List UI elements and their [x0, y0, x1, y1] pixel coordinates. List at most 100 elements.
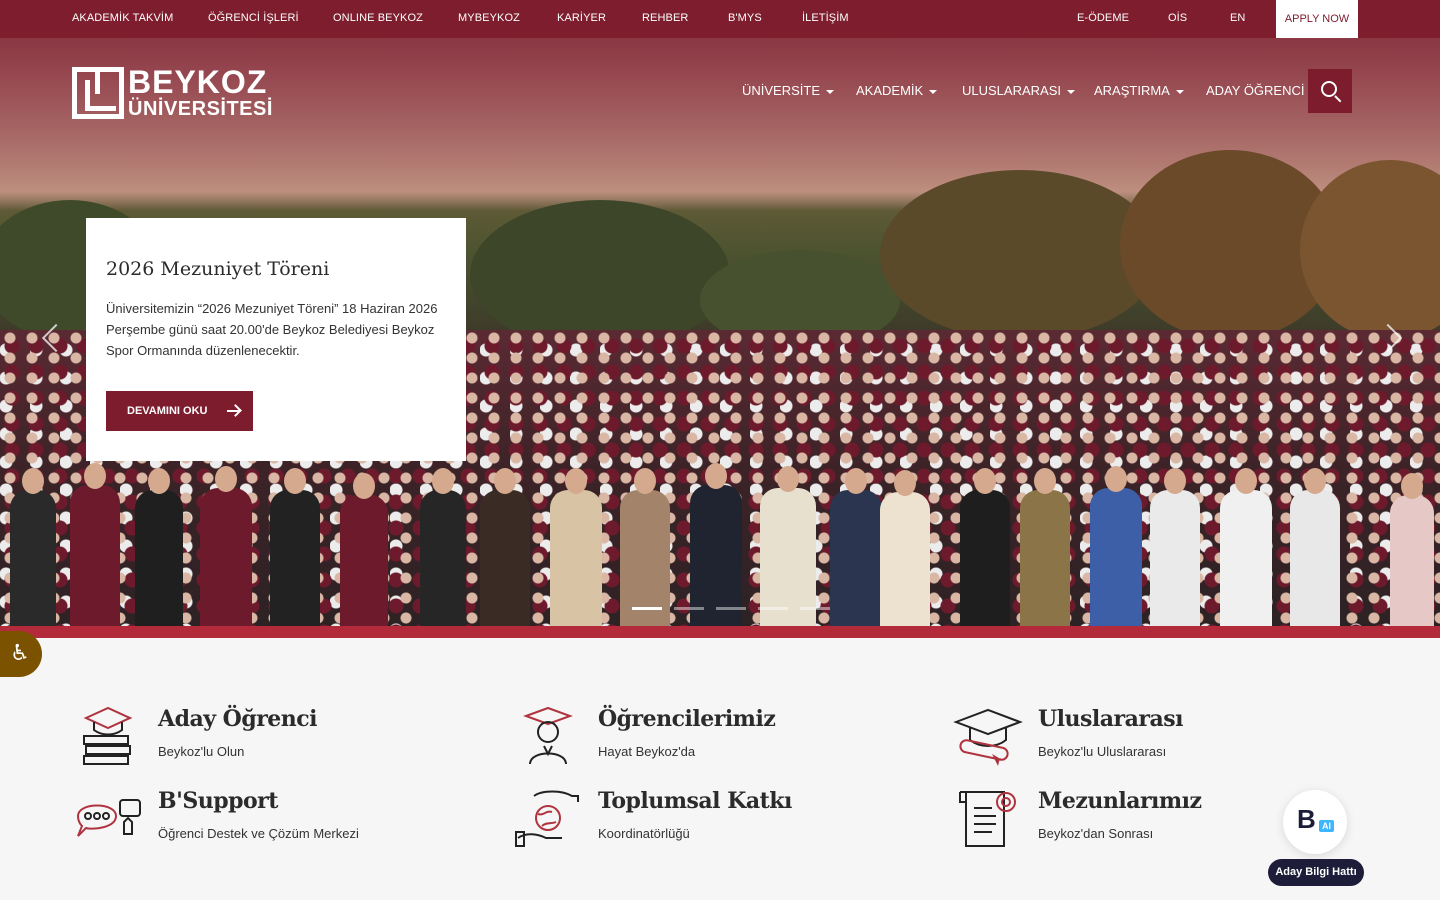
quick-link-subtitle: Öğrenci Destek ve Çözüm Merkezi [158, 826, 359, 841]
quick-link-subtitle: Beykoz'lu Uluslararası [1038, 744, 1167, 759]
nav-item-aday-ogrenci[interactable]: ADAY ÖĞRENCİ [1206, 83, 1304, 98]
quick-link-title: Uluslararası [1038, 706, 1183, 732]
certificate-icon [959, 791, 1016, 847]
university-logo[interactable]: BEYKOZ ÜNİVERSİTESİ [72, 66, 273, 119]
hero-photo-person [135, 468, 183, 638]
hero-photo-person [550, 468, 602, 638]
quick-link-subtitle: Beykoz'lu Olun [158, 744, 245, 759]
caret-down-icon [1066, 89, 1075, 94]
hero-photo-person [1290, 468, 1340, 638]
topbar-link-online-beykoz[interactable]: ONLINE BEYKOZ [333, 12, 423, 24]
hero-photo-person [960, 468, 1010, 638]
slider-dot-5[interactable] [800, 607, 830, 610]
quick-link-title: Aday Öğrenci [158, 706, 318, 732]
hero-photo-red-carpet [0, 626, 1440, 638]
hero-photo-tree [880, 170, 1160, 340]
caret-down-icon [826, 89, 835, 94]
hero-photo-person [1020, 468, 1070, 638]
topbar-link-ogrenci-isleri[interactable]: ÖĞRENCİ İŞLERİ [208, 12, 299, 24]
topbar-link-rehber[interactable]: REHBER [642, 12, 688, 24]
chatbot-button[interactable]: B AI [1283, 790, 1347, 854]
nav-item-label: ARAŞTIRMA [1094, 83, 1170, 98]
topbar-link-mybeykoz[interactable]: MYBEYKOZ [458, 12, 520, 24]
nav-item-label: ADAY ÖĞRENCİ [1206, 83, 1305, 98]
quick-link-subtitle: Koordinatörlüğü [598, 826, 690, 841]
student-icon [523, 706, 573, 765]
hero-photo-tree [1300, 160, 1440, 340]
nav-item-label: ÜNİVERSİTE [742, 83, 821, 98]
hero-photo-person [10, 468, 56, 638]
logo-line-2: ÜNİVERSİTESİ [128, 98, 273, 120]
quick-link-toplumsal-katki[interactable]: Toplumsal Katkı Koordinatörlüğü [512, 788, 912, 854]
quick-link-uluslararasi[interactable]: Uluslararası Beykoz'lu Uluslararası [952, 706, 1352, 772]
nav-item-label: ULUSLARARASI [962, 83, 1061, 98]
slider-next-arrow-icon[interactable] [1376, 322, 1408, 354]
hero-photo-person [620, 468, 670, 638]
topbar-link-akademik-takvim[interactable]: AKADEMİK TAKVİM [72, 12, 173, 24]
quick-link-subtitle: Beykoz'dan Sonrası [1038, 826, 1154, 841]
chatbot-ai-badge: AI [1319, 820, 1334, 832]
hero-photo-tree [470, 200, 730, 350]
top-utility-bar: AKADEMİK TAKVİM ÖĞRENCİ İŞLERİ ONLINE BE… [0, 0, 1440, 38]
topbar-link-ois[interactable]: OİS [1168, 12, 1187, 24]
graduation-books-icon [83, 706, 133, 765]
hero-news-text: Üniversitemizin “2026 Mezuniyet Töreni” … [106, 301, 438, 358]
hero-photo-person [1390, 473, 1434, 638]
search-button[interactable] [1308, 69, 1352, 113]
arrow-right-icon [227, 410, 240, 412]
hero-photo-person [880, 470, 930, 638]
topbar-link-e-odeme[interactable]: E-ÖDEME [1077, 12, 1129, 24]
quick-link-title: Mezunlarımız [1038, 788, 1202, 814]
quick-link-ogrencilerimiz[interactable]: Öğrencilerimiz Hayat Beykoz'da [512, 706, 912, 772]
hero-photo-person [340, 473, 388, 638]
slider-pagination [632, 607, 830, 610]
hero-photo-person [420, 468, 466, 638]
slider-dot-4[interactable] [758, 607, 788, 610]
slider-dot-1[interactable] [632, 607, 662, 610]
quick-link-title: Toplumsal Katkı [598, 788, 792, 814]
topbar-link-bmys[interactable]: B'MYS [728, 12, 762, 24]
support-chat-icon [76, 799, 141, 837]
hero-news-title: 2026 Mezuniyet Töreni [106, 258, 330, 280]
nav-item-arastirma[interactable]: ARAŞTIRMA [1094, 83, 1184, 98]
accessibility-icon: ♿ [10, 641, 30, 666]
hero-news-card: 2026 Mezuniyet Töreni Üniversitemizin “2… [86, 218, 466, 461]
hero-photo-front-row [0, 455, 1440, 638]
hero-photo-person [690, 463, 742, 638]
apply-now-button[interactable]: APPLY NOW [1276, 0, 1358, 38]
chatbot-logo-icon: B [1297, 804, 1316, 834]
topbar-link-kariyer[interactable]: KARİYER [557, 12, 606, 24]
hero-photo-person [760, 466, 816, 638]
hero-photo-person [480, 468, 530, 638]
slider-prev-arrow-icon[interactable] [36, 322, 68, 354]
hero-photo-person [830, 468, 882, 638]
hero-photo-person [200, 466, 252, 638]
slider-dot-3[interactable] [716, 607, 746, 610]
hero-photo-person [70, 463, 120, 638]
chatbot-label[interactable]: Aday Bilgi Hattı [1268, 859, 1364, 886]
cap-diploma-icon [953, 708, 1023, 766]
quick-link-subtitle: Hayat Beykoz'da [598, 744, 696, 759]
hero-photo-person [270, 468, 320, 638]
topbar-link-en[interactable]: EN [1230, 12, 1245, 24]
hero-photo-person [1220, 468, 1272, 638]
read-more-label: DEVAMINI OKU [127, 405, 208, 417]
read-more-button[interactable]: DEVAMINI OKU [106, 391, 253, 431]
slider-dot-2[interactable] [674, 607, 704, 610]
caret-down-icon [1175, 89, 1184, 94]
quick-link-title: Öğrencilerimiz [598, 706, 776, 732]
accessibility-button[interactable]: ♿ [0, 631, 42, 677]
logo-mark-icon [72, 66, 124, 119]
nav-item-universite[interactable]: ÜNİVERSİTE [742, 83, 835, 98]
hero-photo-person [1090, 466, 1142, 638]
logo-text: BEYKOZ ÜNİVERSİTESİ [128, 66, 273, 119]
quick-link-aday-ogrenci[interactable]: Aday Öğrenci Beykoz'lu Olun [72, 706, 472, 772]
quick-link-title: B'Support [158, 788, 278, 814]
logo-line-1: BEYKOZ [128, 64, 268, 100]
topbar-link-iletisim[interactable]: İLETİŞİM [802, 12, 849, 24]
hero-photo-person [1150, 468, 1200, 638]
nav-item-uluslararasi[interactable]: ULUSLARARASI [962, 83, 1075, 98]
nav-item-akademik[interactable]: AKADEMİK [856, 83, 938, 98]
quick-link-bsupport[interactable]: B'Support Öğrenci Destek ve Çözüm Merkez… [72, 788, 472, 854]
hand-globe-icon [515, 790, 579, 847]
